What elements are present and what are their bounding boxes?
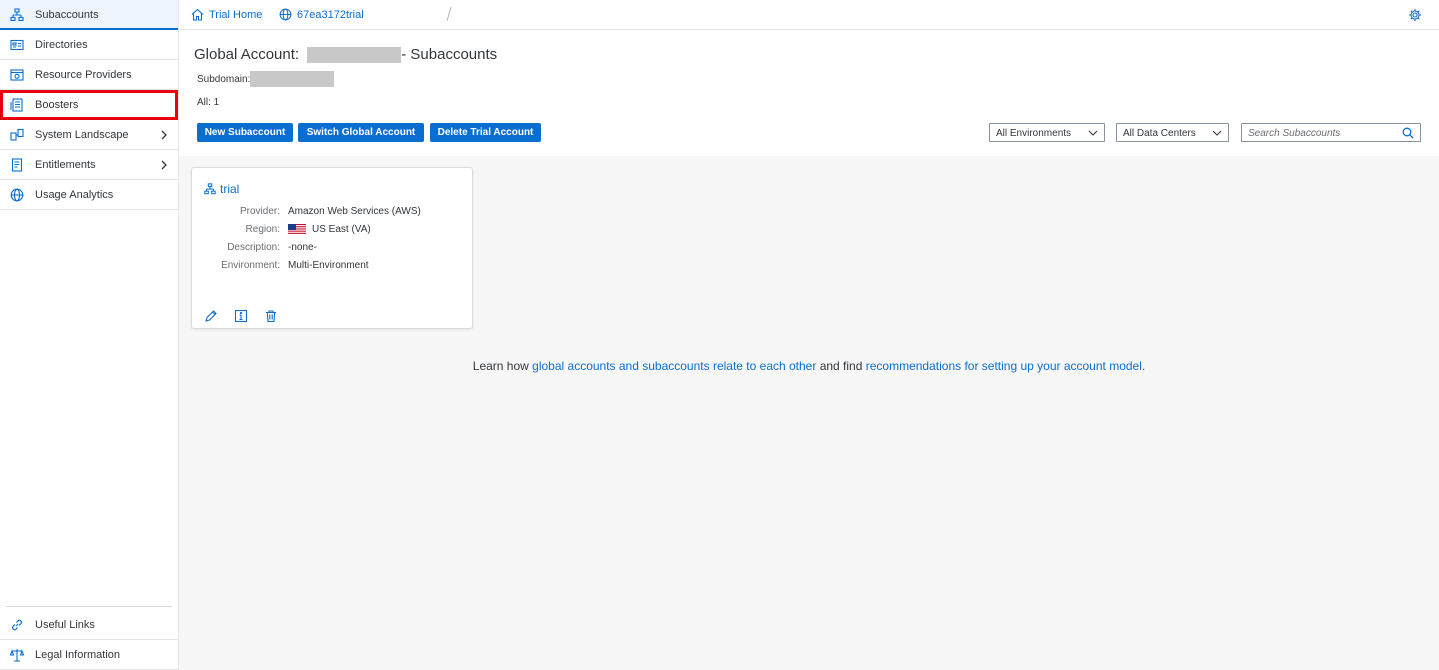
delete-icon[interactable] xyxy=(264,309,278,323)
page-title-suffix: - Subaccounts xyxy=(401,46,498,63)
boosters-icon xyxy=(10,98,24,112)
info-icon[interactable] xyxy=(234,309,248,323)
sidebar-item-legal-information[interactable]: Legal Information xyxy=(0,640,178,670)
delete-trial-account-button[interactable]: Delete Trial Account xyxy=(430,123,541,142)
provider-value: Amazon Web Services (AWS) xyxy=(288,206,421,217)
sidebar-item-system-landscape[interactable]: System Landscape xyxy=(0,120,178,150)
learn-more-prefix: Learn how xyxy=(472,359,533,373)
sidebar-item-directories[interactable]: Directories xyxy=(0,30,178,60)
sidebar-item-useful-links[interactable]: Useful Links xyxy=(0,610,178,640)
subaccount-tile-header[interactable]: trial xyxy=(204,182,239,196)
region-value-wrapper: US East (VA) xyxy=(288,224,371,235)
search-subaccounts-field[interactable] xyxy=(1241,123,1421,142)
account-model-link[interactable]: recommendations for setting up your acco… xyxy=(866,359,1145,373)
sidebar-divider xyxy=(6,606,172,607)
environment-filter-value: All Environments xyxy=(996,128,1072,139)
switch-global-account-button[interactable]: Switch Global Account xyxy=(298,123,424,142)
system-landscape-icon xyxy=(10,128,24,142)
learn-more-middle: and find xyxy=(816,359,866,373)
link-icon xyxy=(10,618,24,632)
subaccount-count: All: 1 xyxy=(197,97,220,108)
sidebar-item-boosters[interactable]: Boosters xyxy=(0,90,178,120)
breadcrumb-separator xyxy=(445,5,453,23)
us-flag-icon xyxy=(288,224,306,235)
page-header: Global Account: - Subaccounts Subdomain:… xyxy=(179,30,1439,156)
subdomain-label: Subdomain: xyxy=(197,73,251,85)
sidebar-item-label: Subaccounts xyxy=(35,9,99,21)
sidebar-item-label: Directories xyxy=(35,39,88,51)
datacenter-filter-value: All Data Centers xyxy=(1123,128,1196,139)
chevron-down-icon xyxy=(1088,128,1098,138)
chevron-right-icon xyxy=(159,128,169,142)
search-input[interactable] xyxy=(1248,126,1393,140)
redacted-subdomain-value xyxy=(250,71,335,87)
tile-row-environment: Environment: Multi-Environment xyxy=(192,258,474,274)
tile-actions xyxy=(204,309,294,323)
breadcrumb-home-link[interactable]: Trial Home xyxy=(209,9,262,21)
search-icon[interactable] xyxy=(1402,127,1414,139)
sidebar-item-label: Resource Providers xyxy=(35,69,132,81)
region-value: US East (VA) xyxy=(312,224,371,235)
subaccount-name-link[interactable]: trial xyxy=(220,182,239,196)
scales-icon xyxy=(10,648,24,662)
global-accounts-link[interactable]: global accounts and subaccounts relate t… xyxy=(532,359,816,373)
region-label: Region: xyxy=(245,224,280,235)
home-icon xyxy=(191,8,204,21)
chevron-right-icon xyxy=(159,158,169,172)
sidebar-item-label: System Landscape xyxy=(35,129,129,141)
datacenter-filter-select[interactable]: All Data Centers xyxy=(1116,123,1229,142)
subaccount-tile[interactable]: trial Provider: Amazon Web Services (AWS… xyxy=(191,167,473,329)
breadcrumb-global-account-link[interactable]: 67ea3172trial xyxy=(297,9,364,21)
page-title-prefix: Global Account: xyxy=(194,46,300,63)
sidebar-item-label: Useful Links xyxy=(35,619,95,631)
directories-icon xyxy=(10,38,24,52)
sidebar-item-label: Boosters xyxy=(35,99,79,111)
sidebar-item-label: Entitlements xyxy=(35,159,96,171)
content-area: trial Provider: Amazon Web Services (AWS… xyxy=(179,156,1439,670)
sidebar: Subaccounts Directories Resource Provide… xyxy=(0,0,179,670)
description-label: Description: xyxy=(227,242,280,253)
sidebar-item-resource-providers[interactable]: Resource Providers xyxy=(0,60,178,90)
top-bar: Trial Home 67ea3172trial xyxy=(179,0,1439,30)
subdomain: Subdomain: xyxy=(197,71,335,87)
page-title: Global Account: - Subaccounts xyxy=(194,46,498,64)
subaccounts-icon xyxy=(10,8,24,22)
sidebar-item-usage-analytics[interactable]: Usage Analytics xyxy=(0,180,178,210)
sidebar-item-subaccounts[interactable]: Subaccounts xyxy=(0,0,178,30)
resource-providers-icon xyxy=(10,68,24,82)
settings-gear-icon[interactable] xyxy=(1408,8,1422,22)
environment-filter-select[interactable]: All Environments xyxy=(989,123,1105,142)
learn-more-text: Learn how global accounts and subaccount… xyxy=(179,359,1439,373)
new-subaccount-button[interactable]: New Subaccount xyxy=(197,123,293,142)
subaccounts-icon xyxy=(204,183,216,195)
chevron-down-icon xyxy=(1212,128,1222,138)
description-value: -none- xyxy=(288,242,317,253)
tile-row-region: Region: US East (VA) xyxy=(192,222,474,238)
redacted-account-name xyxy=(307,47,402,64)
globe-icon xyxy=(279,8,292,21)
tile-row-provider: Provider: Amazon Web Services (AWS) xyxy=(192,204,474,220)
environment-label: Environment: xyxy=(221,260,280,271)
sidebar-item-label: Legal Information xyxy=(35,649,120,661)
environment-value: Multi-Environment xyxy=(288,260,369,271)
globe-icon xyxy=(10,188,24,202)
edit-icon[interactable] xyxy=(204,309,218,323)
sidebar-item-entitlements[interactable]: Entitlements xyxy=(0,150,178,180)
provider-label: Provider: xyxy=(239,206,280,217)
sidebar-item-label: Usage Analytics xyxy=(35,189,114,201)
entitlements-icon xyxy=(10,158,24,172)
tile-row-description: Description: -none- xyxy=(192,240,474,256)
